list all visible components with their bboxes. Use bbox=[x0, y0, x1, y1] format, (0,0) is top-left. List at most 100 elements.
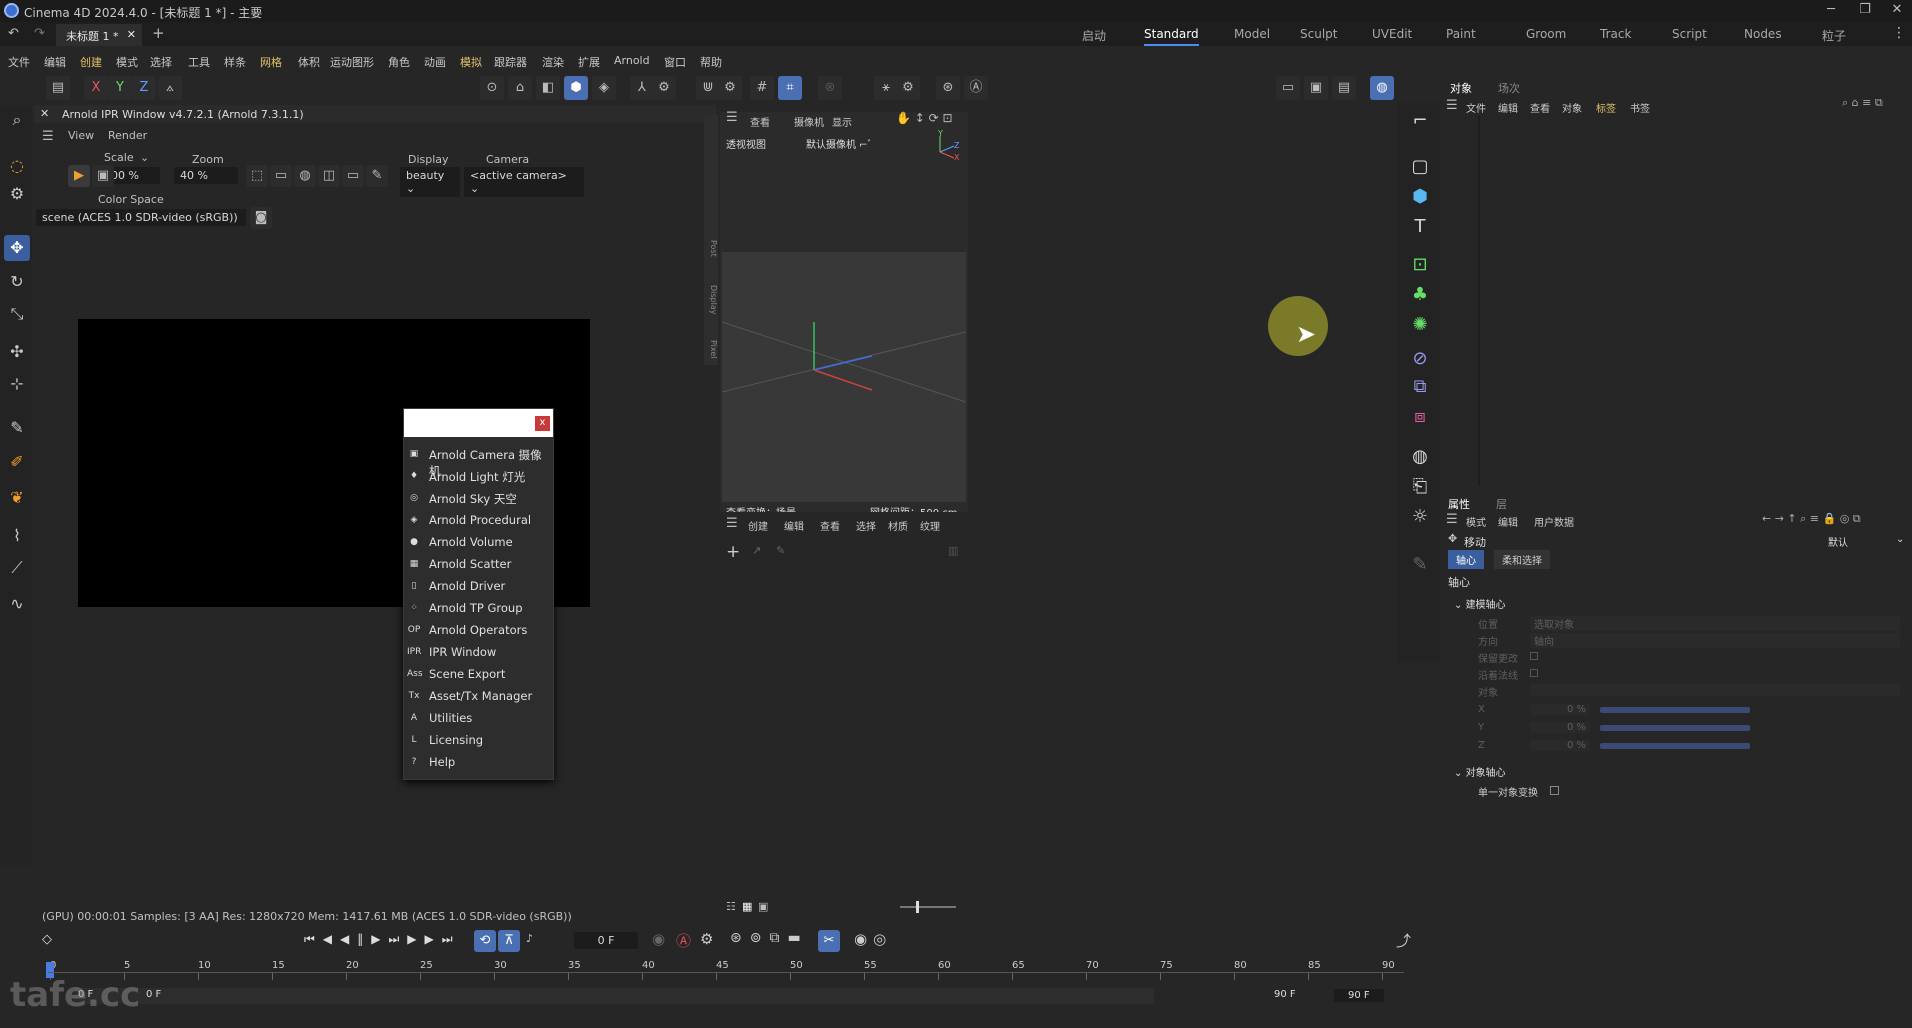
popup-item[interactable]: L Licensing bbox=[404, 729, 553, 751]
deformer-icon[interactable]: ⊘ bbox=[1406, 345, 1434, 373]
layout-tab-8[interactable]: Script bbox=[1672, 27, 1707, 41]
key-snap-icon[interactable]: ✂ bbox=[818, 930, 840, 952]
popup-item[interactable]: ▯ Arnold Driver bbox=[404, 575, 553, 597]
axis-x-button[interactable]: X bbox=[84, 76, 108, 100]
object-menu-2[interactable]: 查看 bbox=[1530, 100, 1550, 115]
object-menu-3[interactable]: 对象 bbox=[1562, 100, 1582, 115]
scale-dropdown-icon[interactable]: ⌄ bbox=[140, 151, 149, 164]
workplane-icon[interactable]: ⌗ bbox=[778, 76, 802, 100]
object-menu-1[interactable]: 编辑 bbox=[1498, 100, 1518, 115]
popup-item[interactable]: ● Arnold Volume bbox=[404, 531, 553, 553]
attr-menu-2[interactable]: 用户数据 bbox=[1534, 514, 1574, 529]
popup-item[interactable]: OP Arnold Operators bbox=[404, 619, 553, 641]
preview-range-bar[interactable] bbox=[74, 988, 1154, 1004]
render-picture-viewer-icon[interactable]: ▣ bbox=[1304, 76, 1328, 100]
layout-tab-4[interactable]: UVEdit bbox=[1372, 27, 1412, 41]
colorspace-dropdown[interactable]: scene (ACES 1.0 SDR-video (sRGB)) bbox=[36, 209, 246, 226]
axis-x-slider[interactable] bbox=[1600, 707, 1750, 713]
lock-settings-icon[interactable]: ⚙ bbox=[896, 76, 920, 100]
object-tools-icons[interactable]: ⌕ ⌂ ≡ ⧉ bbox=[1842, 96, 1883, 110]
ipr-menu-view[interactable]: View bbox=[68, 129, 94, 142]
material-menu-0[interactable]: 创建 bbox=[748, 518, 768, 533]
subtab-axis[interactable]: 轴心 bbox=[1448, 550, 1484, 569]
popup-item[interactable]: Tx Asset/Tx Manager bbox=[404, 685, 553, 707]
redo-icon[interactable]: ↷ bbox=[34, 26, 45, 41]
large-view-icon[interactable]: ▣ bbox=[758, 900, 768, 913]
arnold-ipr-icon[interactable]: ◍ bbox=[1370, 76, 1394, 100]
grid-view-icon[interactable]: ▦ bbox=[742, 900, 752, 913]
restore-icon[interactable]: ❐ bbox=[1852, 2, 1878, 20]
ipr-snapshot-icon[interactable]: ▭ bbox=[270, 165, 292, 187]
text-tool-icon[interactable]: T bbox=[1406, 213, 1434, 241]
ipr-channels-icon[interactable]: ▭ bbox=[342, 165, 364, 187]
ipr-globe-icon[interactable]: ◍ bbox=[294, 165, 316, 187]
minimize-icon[interactable]: ─ bbox=[1818, 2, 1844, 20]
viewport-menu-1[interactable]: 摄像机 bbox=[794, 114, 824, 129]
polygons-mode-icon[interactable]: ◧ bbox=[536, 76, 560, 100]
undo-icon[interactable]: ↶ bbox=[8, 26, 19, 41]
layout-tab-10[interactable]: 粒子 bbox=[1822, 27, 1846, 44]
auto-key-icon[interactable]: Ⓐ bbox=[964, 76, 988, 100]
keyframe-icon[interactable]: ◇ bbox=[42, 932, 52, 947]
material-menu-4[interactable]: 材质 bbox=[888, 518, 908, 533]
viewport-menu-2[interactable]: 显示 bbox=[832, 114, 852, 129]
camera-name[interactable]: 默认摄像机 ⌐ﾞ bbox=[806, 136, 873, 151]
object-menu-0[interactable]: 文件 bbox=[1466, 100, 1486, 115]
tab-objects[interactable]: 对象 bbox=[1450, 80, 1472, 96]
sketch-tool-icon[interactable]: ✐ bbox=[4, 449, 30, 475]
layout-tab-5[interactable]: Paint bbox=[1446, 27, 1476, 41]
soft-selection-icon[interactable]: ⊹ bbox=[4, 371, 30, 397]
viewport-solo-icon[interactable]: ⊛ bbox=[936, 76, 960, 100]
render-settings-icon[interactable]: ▤ bbox=[46, 76, 70, 100]
coordinate-system-icon[interactable]: ⟑ bbox=[158, 76, 182, 100]
list-view-icon[interactable]: ☷ bbox=[726, 900, 736, 913]
brush-tool-icon[interactable]: ⌇ bbox=[4, 523, 30, 549]
ipr-camera-icon[interactable]: ◙ bbox=[250, 207, 272, 229]
orientation-dropdown[interactable]: 轴向 bbox=[1530, 633, 1900, 648]
sculpt-tool-icon[interactable]: ∿ bbox=[4, 591, 30, 617]
field-icon[interactable]: ⧉ bbox=[1406, 373, 1434, 401]
side-tab-display[interactable]: Display bbox=[704, 285, 718, 315]
zoom-field[interactable]: 40 % bbox=[174, 167, 238, 184]
layout-tab-3[interactable]: Sculpt bbox=[1300, 27, 1337, 41]
attr-menu-1[interactable]: 编辑 bbox=[1498, 514, 1518, 529]
material-menu-2[interactable]: 查看 bbox=[820, 518, 840, 533]
popup-item[interactable]: ▦ Arnold Scatter bbox=[404, 553, 553, 575]
rotate-tool-icon[interactable]: ↻ bbox=[4, 269, 30, 295]
more-options-icon[interactable]: ⋮ bbox=[1892, 25, 1906, 41]
end-frame-2[interactable]: 90 F bbox=[1334, 989, 1384, 1002]
key-settings-icon[interactable]: ⚙ bbox=[700, 930, 713, 948]
start-frame-2[interactable]: 0 F bbox=[146, 989, 161, 1000]
material-menu-icon[interactable]: ☰ bbox=[726, 516, 738, 531]
search-icon[interactable]: ⌕ bbox=[4, 107, 30, 133]
attr-menu-0[interactable]: 模式 bbox=[1466, 514, 1486, 529]
side-tab-pixel[interactable]: Pixel bbox=[704, 340, 718, 359]
axis-y-button[interactable]: Y bbox=[108, 76, 132, 100]
model-mode-icon[interactable]: ⬢ bbox=[564, 76, 588, 100]
grid-icon[interactable]: # bbox=[750, 76, 774, 100]
transform-tool-icon[interactable]: ✣ bbox=[4, 339, 30, 365]
axis-settings-icon[interactable]: ⚙ bbox=[652, 76, 676, 100]
cube-outline-icon[interactable]: ▢ bbox=[1406, 153, 1434, 181]
camera-dropdown[interactable]: <active camera> ⌄ bbox=[464, 167, 584, 197]
popup-close-button[interactable]: x bbox=[535, 416, 550, 431]
popup-item[interactable]: ◈ Arnold Procedural bbox=[404, 509, 553, 531]
tab-layers[interactable]: 层 bbox=[1496, 496, 1507, 512]
axis-z-value[interactable]: 0 % bbox=[1530, 740, 1590, 751]
tab-takes[interactable]: 场次 bbox=[1498, 80, 1520, 96]
generator-icon[interactable]: ⊡ bbox=[1406, 251, 1434, 279]
snap-settings-icon[interactable]: ⚙ bbox=[718, 76, 742, 100]
knife-tool-icon[interactable]: ⟋ bbox=[4, 555, 30, 581]
spline-pen-icon[interactable]: ✎ bbox=[4, 415, 30, 441]
attr-checkbox-0[interactable] bbox=[1530, 652, 1538, 660]
material-menu-1[interactable]: 编辑 bbox=[784, 518, 804, 533]
end-frame[interactable]: 90 F bbox=[1274, 989, 1296, 1000]
snap-icon[interactable]: ⋓ bbox=[696, 76, 720, 100]
tab-attributes[interactable]: 属性 bbox=[1448, 496, 1470, 512]
layout-tab-1[interactable]: Standard bbox=[1144, 27, 1199, 46]
axis-z-button[interactable]: Z bbox=[132, 76, 156, 100]
cloner-icon[interactable]: ♣ bbox=[1406, 281, 1434, 309]
edit-render-settings-icon[interactable]: ▤ bbox=[1332, 76, 1356, 100]
position-dropdown[interactable]: 选取对象 bbox=[1530, 616, 1900, 631]
edges-mode-icon[interactable]: ⌂ bbox=[508, 76, 532, 100]
